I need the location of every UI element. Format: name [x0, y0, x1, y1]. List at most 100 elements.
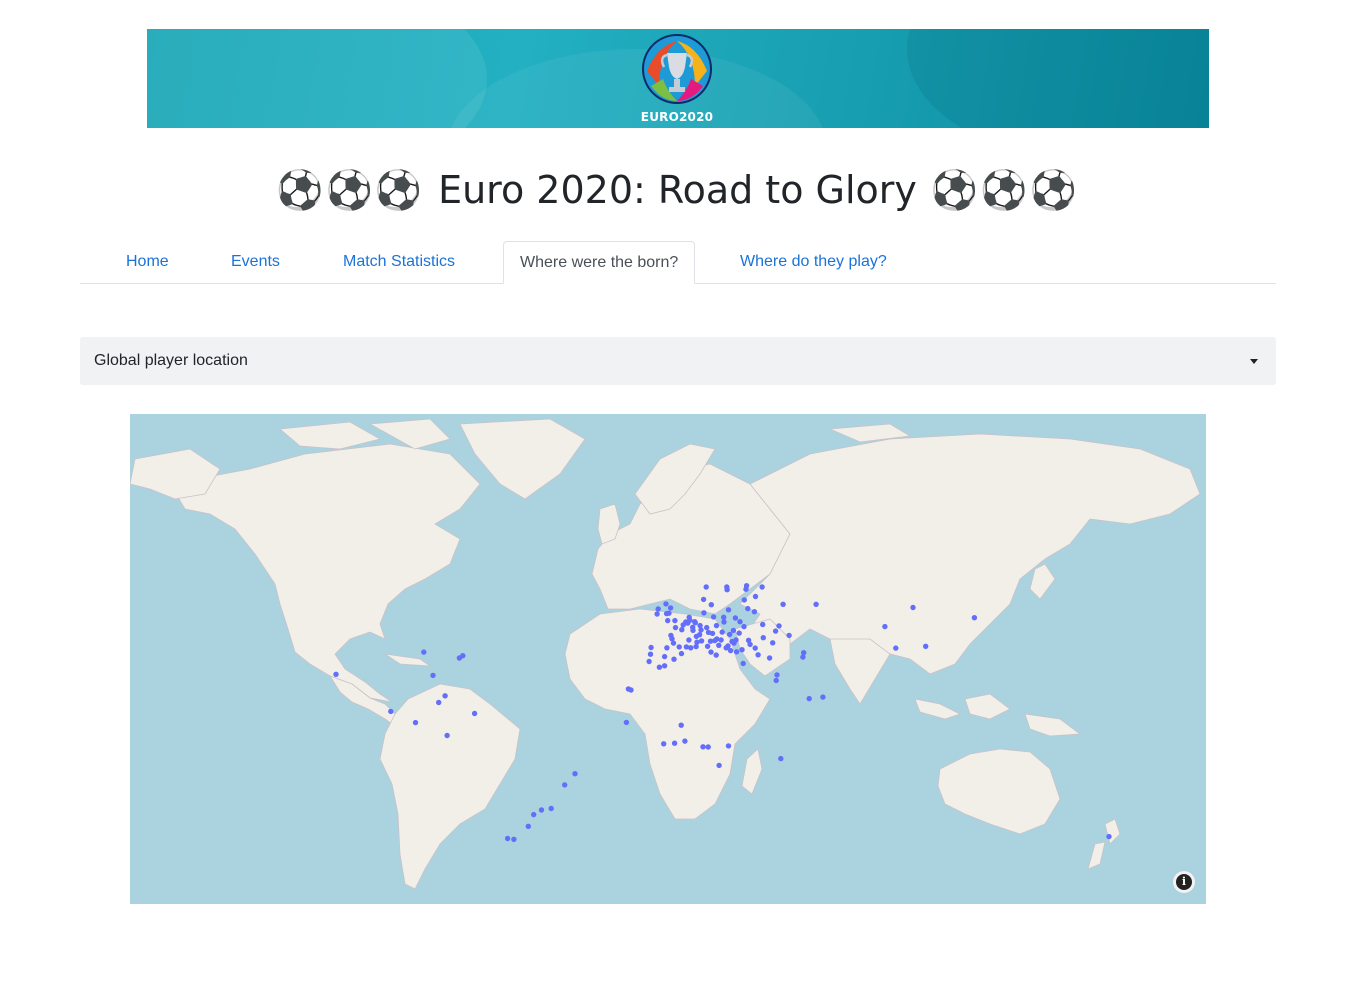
- player-marker[interactable]: [671, 740, 678, 746]
- player-marker[interactable]: [664, 645, 670, 651]
- player-marker[interactable]: [882, 623, 888, 630]
- player-marker[interactable]: [741, 597, 747, 603]
- player-marker[interactable]: [625, 686, 632, 692]
- player-marker[interactable]: [678, 722, 684, 728]
- player-marker[interactable]: [820, 694, 826, 700]
- player-marker[interactable]: [511, 836, 517, 842]
- player-marker[interactable]: [893, 645, 899, 651]
- player-marker[interactable]: [733, 637, 739, 643]
- tab-home[interactable]: Home: [110, 241, 185, 282]
- player-marker[interactable]: [667, 605, 674, 611]
- player-marker[interactable]: [703, 584, 709, 590]
- view-select-dropdown[interactable]: Global player location: [80, 337, 1276, 385]
- player-marker[interactable]: [698, 638, 705, 644]
- info-icon[interactable]: i: [1176, 874, 1192, 890]
- player-marker[interactable]: [770, 640, 776, 646]
- map-canvas[interactable]: [130, 414, 1206, 904]
- player-marker[interactable]: [1106, 833, 1112, 840]
- player-marker[interactable]: [725, 607, 732, 613]
- player-marker[interactable]: [778, 755, 784, 762]
- player-marker[interactable]: [732, 615, 739, 621]
- player-marker[interactable]: [647, 651, 654, 657]
- player-marker[interactable]: [456, 655, 463, 661]
- chevron-down-icon[interactable]: [1250, 359, 1258, 364]
- player-marker[interactable]: [672, 624, 679, 631]
- player-marker[interactable]: [531, 811, 537, 818]
- player-marker[interactable]: [648, 644, 654, 651]
- player-marker[interactable]: [710, 614, 717, 620]
- player-marker[interactable]: [737, 619, 743, 625]
- player-marker[interactable]: [766, 655, 773, 661]
- tab-events[interactable]: Events: [215, 241, 296, 282]
- player-marker[interactable]: [714, 636, 720, 642]
- player-marker[interactable]: [421, 649, 427, 655]
- player-marker[interactable]: [333, 671, 339, 677]
- player-marker[interactable]: [690, 627, 696, 634]
- player-marker[interactable]: [646, 658, 652, 665]
- player-marker[interactable]: [755, 652, 761, 658]
- player-marker[interactable]: [412, 719, 419, 726]
- player-marker[interactable]: [708, 602, 714, 608]
- player-marker[interactable]: [661, 741, 667, 747]
- player-marker[interactable]: [801, 650, 807, 656]
- player-marker[interactable]: [562, 782, 568, 788]
- player-marker[interactable]: [910, 604, 916, 611]
- player-marker[interactable]: [701, 610, 707, 616]
- player-marker[interactable]: [739, 647, 745, 653]
- player-marker[interactable]: [669, 636, 675, 642]
- player-marker[interactable]: [772, 628, 779, 634]
- player-marker[interactable]: [525, 823, 531, 829]
- player-marker[interactable]: [721, 619, 727, 625]
- player-marker[interactable]: [733, 649, 740, 655]
- player-marker[interactable]: [698, 627, 704, 633]
- player-marker[interactable]: [430, 672, 436, 679]
- player-marker[interactable]: [672, 617, 678, 624]
- player-marker[interactable]: [745, 637, 752, 643]
- player-marker[interactable]: [693, 633, 700, 640]
- player-marker[interactable]: [663, 610, 670, 617]
- player-marker[interactable]: [723, 645, 729, 651]
- player-marker[interactable]: [661, 653, 668, 660]
- player-marker[interactable]: [656, 664, 663, 670]
- player-marker[interactable]: [704, 643, 711, 649]
- player-marker[interactable]: [786, 632, 792, 639]
- tab-where-play[interactable]: Where do they play?: [724, 241, 903, 282]
- player-marker[interactable]: [707, 638, 714, 644]
- player-marker[interactable]: [671, 656, 677, 662]
- world-map[interactable]: i: [130, 414, 1206, 904]
- player-marker[interactable]: [661, 663, 668, 669]
- player-marker[interactable]: [680, 622, 686, 628]
- player-marker[interactable]: [923, 643, 929, 649]
- player-marker[interactable]: [436, 699, 442, 706]
- player-marker[interactable]: [752, 593, 759, 600]
- player-marker[interactable]: [971, 615, 978, 621]
- player-marker[interactable]: [538, 807, 545, 813]
- player-marker[interactable]: [721, 614, 727, 620]
- player-marker[interactable]: [708, 649, 714, 655]
- player-marker[interactable]: [665, 617, 671, 624]
- player-marker[interactable]: [713, 622, 720, 629]
- player-marker[interactable]: [683, 644, 690, 650]
- player-marker[interactable]: [813, 601, 819, 607]
- player-marker[interactable]: [442, 693, 448, 699]
- player-marker[interactable]: [776, 623, 782, 629]
- player-marker[interactable]: [686, 637, 692, 643]
- player-marker[interactable]: [727, 631, 733, 638]
- player-marker[interactable]: [724, 584, 730, 590]
- player-marker[interactable]: [751, 609, 758, 615]
- player-marker[interactable]: [655, 606, 661, 612]
- player-marker[interactable]: [694, 639, 700, 645]
- player-marker[interactable]: [759, 584, 765, 590]
- player-marker[interactable]: [716, 642, 722, 648]
- player-marker[interactable]: [682, 738, 688, 744]
- player-marker[interactable]: [548, 805, 554, 812]
- player-marker[interactable]: [444, 732, 450, 739]
- player-marker[interactable]: [709, 630, 716, 637]
- player-marker[interactable]: [806, 695, 812, 702]
- player-marker[interactable]: [388, 708, 394, 715]
- tab-where-born[interactable]: Where were the born?: [503, 241, 696, 284]
- player-marker[interactable]: [654, 611, 660, 617]
- player-marker[interactable]: [663, 601, 669, 607]
- player-marker[interactable]: [752, 645, 758, 651]
- player-marker[interactable]: [716, 762, 722, 769]
